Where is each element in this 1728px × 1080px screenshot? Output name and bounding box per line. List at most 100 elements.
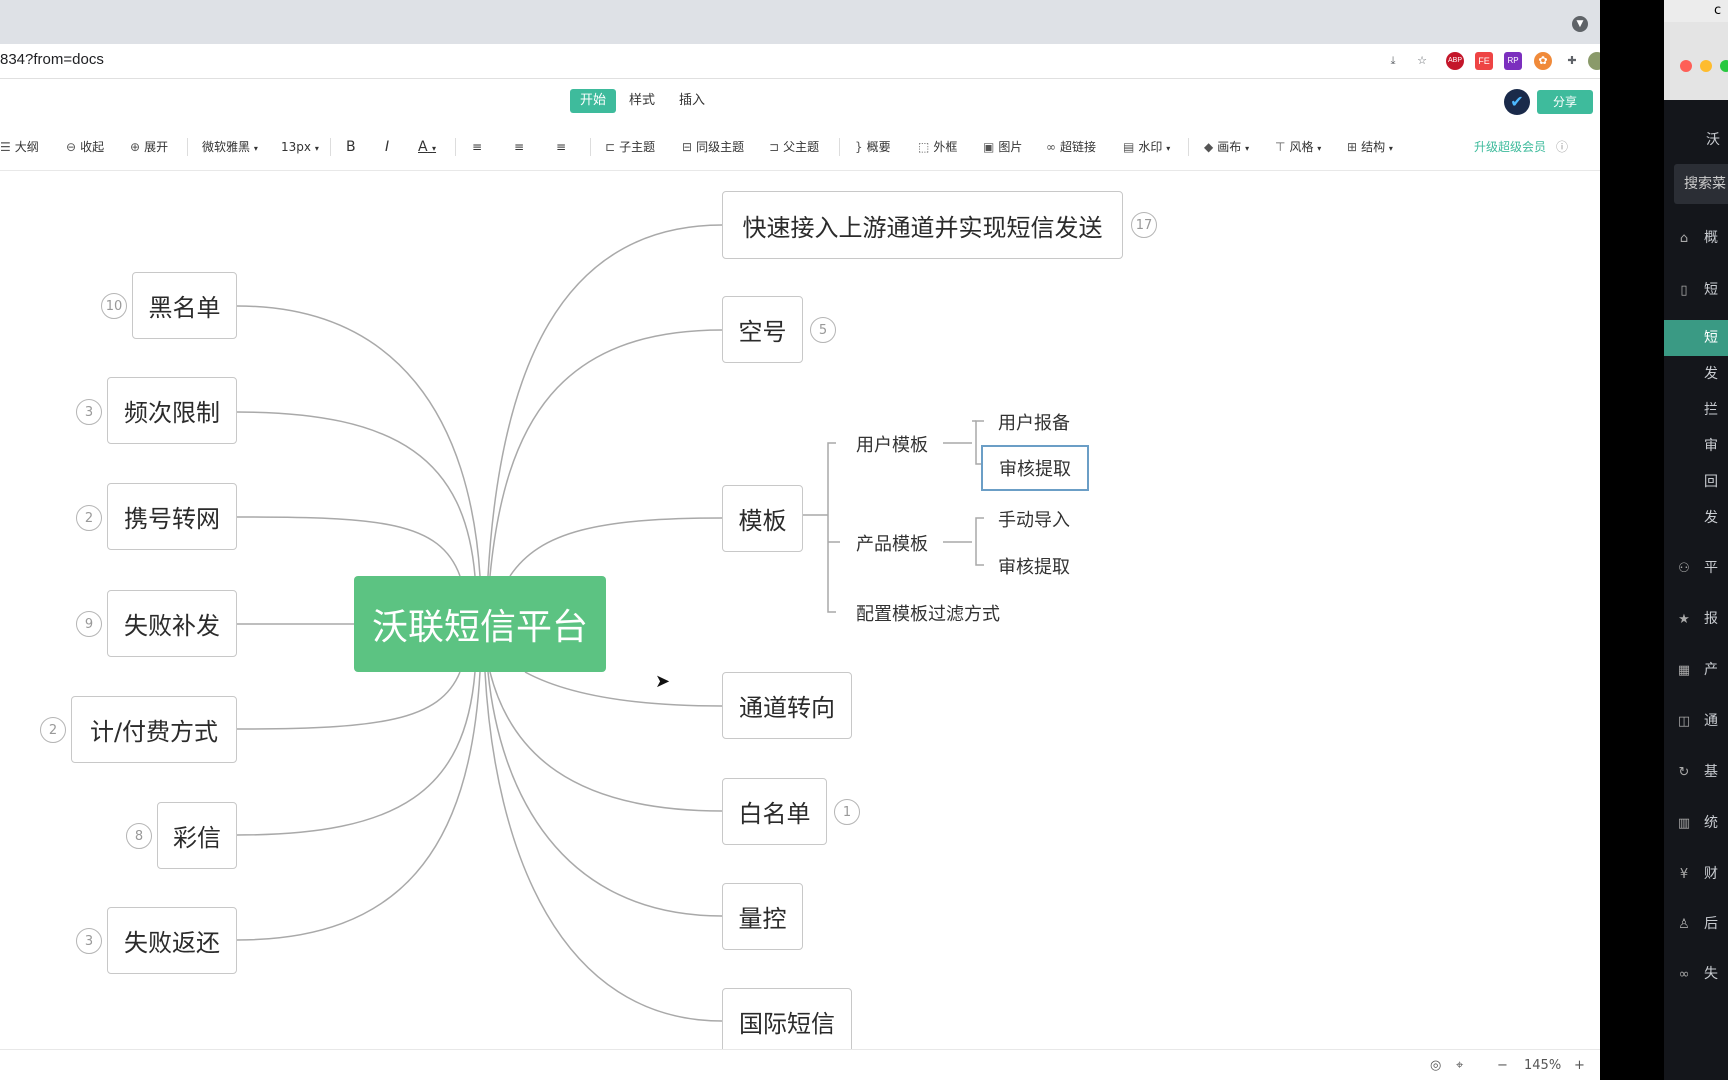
- topic-blacklist[interactable]: 黑名单: [132, 272, 237, 339]
- columns-icon: ◫: [1677, 714, 1691, 729]
- rp-icon[interactable]: RP: [1504, 52, 1522, 70]
- expand-button[interactable]: ⊕ 展开: [130, 138, 168, 156]
- connector-line: [236, 671, 481, 941]
- extension-icon[interactable]: ✿: [1534, 52, 1552, 70]
- topic-volume-control[interactable]: 量控: [722, 883, 803, 950]
- sidebar-item[interactable]: ▥ 统: [1664, 805, 1728, 841]
- sidebar-item[interactable]: 回: [1664, 464, 1728, 500]
- zoom-out-button[interactable]: −: [1497, 1058, 1508, 1073]
- count-badge[interactable]: 1: [834, 799, 860, 825]
- visibility-icon[interactable]: ◎: [1430, 1058, 1441, 1073]
- puzzle-icon[interactable]: ✚: [1563, 52, 1581, 70]
- search-input[interactable]: 搜索菜: [1674, 164, 1728, 204]
- topic-failure-resend[interactable]: 失败补发: [107, 590, 237, 657]
- close-icon[interactable]: [1680, 60, 1692, 72]
- count-badge[interactable]: 9: [76, 611, 102, 637]
- topic-review-extract[interactable]: 审核提取: [998, 553, 1070, 579]
- help-icon[interactable]: ⓘ: [1556, 138, 1568, 156]
- sidebar-item[interactable]: ⚇ 平: [1664, 550, 1728, 586]
- sidebar-item[interactable]: ▦ 产: [1664, 652, 1728, 688]
- align-left-icon[interactable]: ≡: [472, 138, 482, 156]
- topic-review-extract-selected[interactable]: 审核提取: [981, 445, 1089, 491]
- structure-button[interactable]: ⊞ 结构 ▾: [1347, 138, 1393, 158]
- topic-user-template[interactable]: 用户模板: [856, 431, 928, 457]
- topic-failure-refund[interactable]: 失败返还: [107, 907, 237, 974]
- count-badge[interactable]: 2: [76, 505, 102, 531]
- topic-international-sms[interactable]: 国际短信: [722, 988, 852, 1055]
- topic-whitelist[interactable]: 白名单: [722, 778, 827, 845]
- mindmap-canvas[interactable]: 沃联短信平台 黑名单 10 频次限制 3 携号转网 2 失败补发 9 计/付费方…: [0, 171, 1600, 1055]
- sidebar-item[interactable]: ★ 报: [1664, 601, 1728, 637]
- align-center-icon[interactable]: ≡: [514, 138, 524, 156]
- sidebar-item[interactable]: 发: [1664, 356, 1728, 392]
- topic-user-report[interactable]: 用户报备: [998, 409, 1070, 435]
- locate-icon[interactable]: ⌖: [1456, 1058, 1463, 1073]
- tab-search-icon[interactable]: ▼: [1572, 16, 1588, 32]
- collapse-button[interactable]: ⊖ 收起: [66, 138, 104, 156]
- maximize-icon[interactable]: [1720, 60, 1728, 72]
- fe-icon[interactable]: FE: [1475, 52, 1493, 70]
- topic-billing-method[interactable]: 计/付费方式: [71, 696, 237, 763]
- count-badge[interactable]: 17: [1131, 212, 1157, 238]
- topic-upstream-access[interactable]: 快速接入上游通道并实现短信发送: [722, 191, 1123, 259]
- root-topic[interactable]: 沃联短信平台: [354, 576, 606, 672]
- canvas-button[interactable]: ◆ 画布 ▾: [1204, 138, 1249, 158]
- count-badge[interactable]: 10: [101, 293, 127, 319]
- summary-button[interactable]: } 概要: [855, 138, 891, 156]
- sidebar-item[interactable]: ↻ 基: [1664, 754, 1728, 790]
- align-right-icon[interactable]: ≡: [556, 138, 566, 156]
- font-select[interactable]: 微软雅黑 ▾: [202, 138, 258, 158]
- font-color-button[interactable]: A ▾: [418, 138, 436, 158]
- topic-product-template[interactable]: 产品模板: [856, 530, 928, 556]
- share-button[interactable]: 分享: [1537, 90, 1593, 114]
- topic-mms[interactable]: 彩信: [157, 802, 237, 869]
- topic-empty-number[interactable]: 空号: [722, 296, 803, 363]
- font-size-select[interactable]: 13px ▾: [281, 138, 319, 158]
- sidebar-item-active[interactable]: 短: [1664, 320, 1728, 356]
- image-button[interactable]: ▣ 图片: [983, 138, 1022, 156]
- watermark-button[interactable]: ▤ 水印 ▾: [1123, 138, 1170, 158]
- minimize-icon[interactable]: [1700, 60, 1712, 72]
- style-button[interactable]: ⊤ 风格 ▾: [1275, 138, 1321, 158]
- sidebar-item[interactable]: 审: [1664, 428, 1728, 464]
- sidebar-item[interactable]: ⌂ 概: [1664, 220, 1728, 256]
- frame-button[interactable]: ⬚ 外框: [918, 138, 957, 156]
- topic-template[interactable]: 模板: [722, 485, 803, 552]
- count-badge[interactable]: 2: [40, 717, 66, 743]
- address-bar[interactable]: 834?from=docs: [0, 51, 104, 68]
- upgrade-link[interactable]: 升级超级会员: [1474, 138, 1546, 156]
- sibling-topic-button[interactable]: ⊟ 同级主题: [682, 138, 744, 156]
- outline-button[interactable]: ☰ 大纲: [0, 138, 39, 156]
- menu-app-name[interactable]: c: [1714, 3, 1721, 18]
- tab-start[interactable]: 开始: [570, 89, 617, 113]
- sidebar-item[interactable]: 拦: [1664, 392, 1728, 428]
- topic-manual-import[interactable]: 手动导入: [998, 506, 1070, 532]
- count-badge[interactable]: 3: [76, 399, 102, 425]
- count-badge[interactable]: 3: [76, 928, 102, 954]
- topic-channel-redirect[interactable]: 通道转向: [722, 672, 852, 739]
- topic-frequency-limit[interactable]: 频次限制: [107, 377, 237, 444]
- topic-filter-config[interactable]: 配置模板过滤方式: [856, 600, 1000, 626]
- sidebar-item[interactable]: ¥ 财: [1664, 856, 1728, 892]
- sidebar-item[interactable]: 发: [1664, 500, 1728, 536]
- download-icon[interactable]: ⤓: [1384, 52, 1402, 70]
- child-topic-button[interactable]: ⊏ 子主题: [605, 138, 655, 156]
- tab-insert[interactable]: 插入: [669, 89, 715, 113]
- sidebar-item[interactable]: ∞ 失: [1664, 956, 1728, 992]
- parent-topic-button[interactable]: ⊐ 父主题: [769, 138, 819, 156]
- avatar[interactable]: ✔: [1504, 89, 1530, 115]
- italic-button[interactable]: I: [385, 138, 389, 156]
- count-badge[interactable]: 5: [810, 317, 836, 343]
- topic-number-portability[interactable]: 携号转网: [107, 483, 237, 550]
- profile-icon[interactable]: [1588, 52, 1600, 70]
- hyperlink-button[interactable]: ∞ 超链接: [1046, 138, 1096, 156]
- star-icon[interactable]: ☆: [1413, 52, 1431, 70]
- abp-icon[interactable]: ABP: [1446, 52, 1464, 70]
- tab-style[interactable]: 样式: [619, 89, 665, 113]
- bold-button[interactable]: B: [346, 138, 356, 156]
- sidebar-item[interactable]: ♙ 后: [1664, 906, 1728, 942]
- zoom-in-button[interactable]: +: [1574, 1058, 1585, 1073]
- sidebar-item[interactable]: ▯ 短: [1664, 272, 1728, 308]
- sidebar-item[interactable]: ◫ 通: [1664, 703, 1728, 739]
- count-badge[interactable]: 8: [126, 823, 152, 849]
